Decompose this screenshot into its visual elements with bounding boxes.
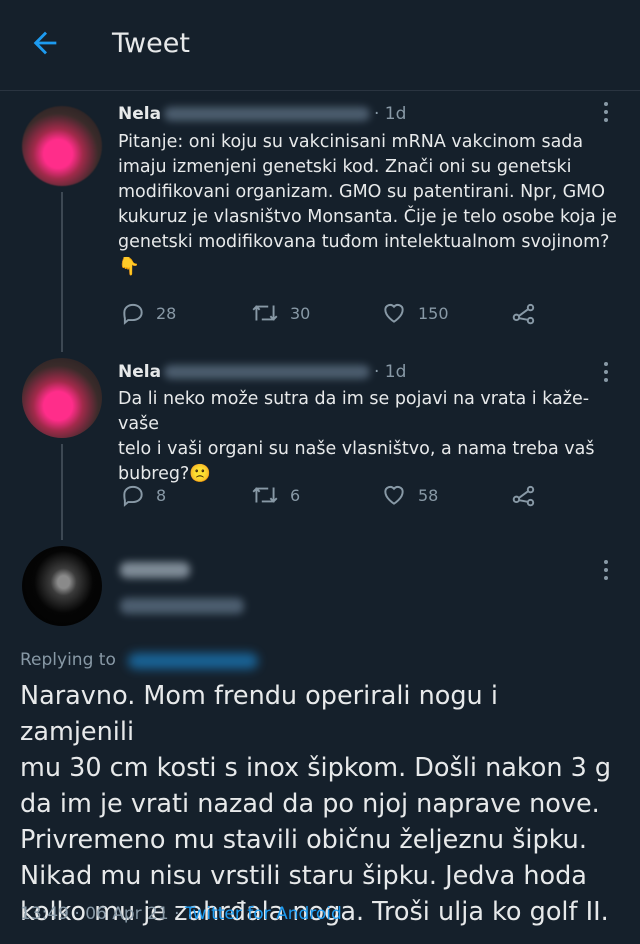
- back-arrow-icon[interactable]: [28, 26, 62, 60]
- tweet-text: Da li neko može sutra da im se pojavi na…: [118, 387, 628, 487]
- more-icon[interactable]: [603, 362, 609, 386]
- retweet-icon: [252, 305, 278, 321]
- share-icon: [512, 303, 535, 325]
- share-button[interactable]: [510, 482, 538, 508]
- tweet-line: modifikovani organizam. GMO su patentira…: [118, 182, 606, 202]
- tweet-actions: 8 6 58: [120, 482, 540, 512]
- reply-button[interactable]: 8: [120, 482, 166, 508]
- reply-count: 28: [156, 303, 177, 323]
- tweet-timestamp: 13:49 · 06 Apr 21 ·: [20, 904, 185, 924]
- tweet-time: · 1d: [374, 362, 407, 382]
- like-button[interactable]: 58: [380, 482, 438, 508]
- like-icon: [384, 485, 404, 505]
- like-icon: [384, 303, 404, 323]
- tweet-time: · 1d: [374, 104, 407, 124]
- author-name[interactable]: Nela: [118, 362, 161, 382]
- emoji-point-down: 👇: [118, 257, 140, 277]
- tweet-text: Pitanje: oni koju su vakcinisani mRNA va…: [118, 130, 628, 280]
- like-count: 150: [418, 303, 449, 323]
- share-icon: [512, 485, 535, 507]
- thread-line: [61, 192, 63, 352]
- share-button[interactable]: [510, 300, 538, 326]
- reply-icon: [123, 303, 143, 325]
- retweet-button[interactable]: 30: [250, 300, 310, 326]
- tweet-line: Pitanje: oni koju su vakcinisani mRNA va…: [118, 132, 584, 152]
- reply-icon: [123, 485, 143, 507]
- author-name-blurred: [120, 562, 190, 578]
- tweet-line: telo i vaši organi su naše vlasništvo, a…: [118, 439, 595, 459]
- avatar[interactable]: [22, 358, 102, 438]
- retweet-count: 30: [290, 303, 311, 323]
- like-count: 58: [418, 485, 439, 505]
- replying-to-handle-blurred[interactable]: [128, 653, 258, 669]
- more-icon[interactable]: [603, 102, 609, 126]
- reply-count: 8: [156, 485, 167, 505]
- retweet-icon: [252, 487, 278, 503]
- more-icon[interactable]: [603, 560, 609, 584]
- tweet-line: Naravno. Mom frendu operirali nogu i zam…: [20, 681, 498, 747]
- main-tweet-text: Naravno. Mom frendu operirali nogu i zam…: [20, 678, 620, 930]
- tweet-line: genetski modifikovana tuđom intelektualn…: [118, 232, 610, 252]
- tweet-line: Nikad mu nisu vrstili staru šipku. Jedva…: [20, 861, 587, 891]
- tweet-line: imaju izmenjeni genetski kod. Znači oni …: [118, 157, 572, 177]
- tweet-line: Privremeno mu stavili običnu željeznu ši…: [20, 825, 587, 855]
- author-handle-blurred: [164, 365, 370, 379]
- thread-line: [61, 444, 63, 540]
- like-button[interactable]: 150: [380, 300, 449, 326]
- retweet-button[interactable]: 6: [250, 482, 300, 508]
- tweet-actions: 28 30 150: [120, 300, 540, 330]
- tweet-line: da im je vrati nazad da po njoj naprave …: [20, 789, 600, 819]
- author-handle-blurred: [164, 107, 370, 121]
- tweet-footer: 13:49 · 06 Apr 21 · Twitter for Android: [20, 904, 342, 924]
- reply-button[interactable]: 28: [120, 300, 176, 326]
- avatar[interactable]: [22, 106, 102, 186]
- page-title: Tweet: [112, 28, 190, 59]
- tweet-source-link[interactable]: Twitter for Android: [185, 904, 342, 924]
- top-bar: Tweet: [0, 0, 640, 91]
- tweet-line: mu 30 cm kosti s inox šipkom. Došli nako…: [20, 753, 612, 783]
- retweet-count: 6: [290, 485, 301, 505]
- replying-to-label: Replying to: [20, 650, 116, 670]
- author-handle-blurred: [120, 598, 244, 614]
- tweet-line: Da li neko može sutra da im se pojavi na…: [118, 389, 590, 434]
- author-name[interactable]: Nela: [118, 104, 161, 124]
- tweet-line: kukuruz je vlasništvo Monsanta. Čije je …: [118, 207, 617, 227]
- avatar[interactable]: [22, 546, 102, 626]
